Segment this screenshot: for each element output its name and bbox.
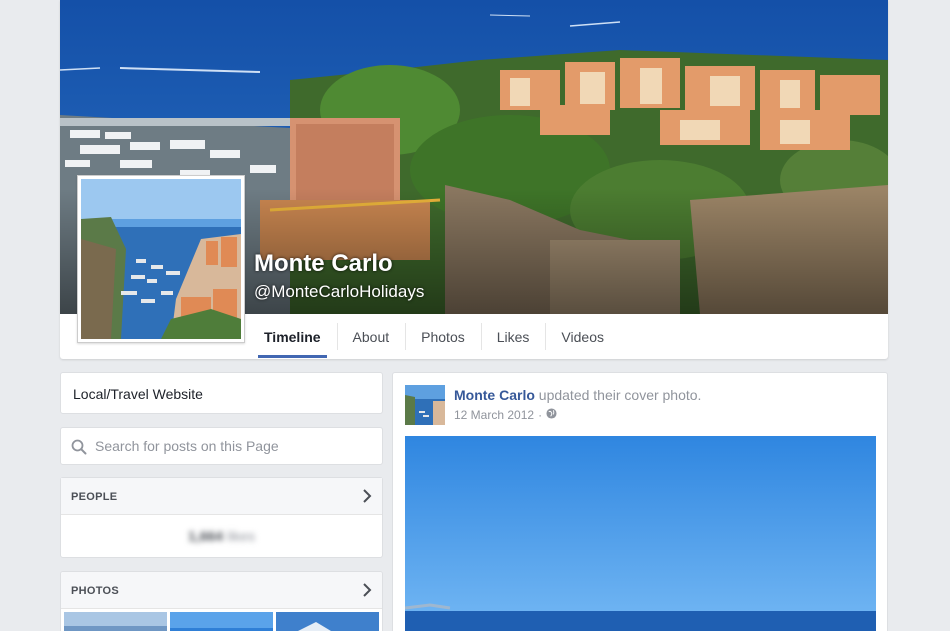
chevron-right-icon[interactable] [362, 583, 372, 600]
likes-label: likes [226, 528, 255, 544]
photo-thumbnail[interactable] [64, 612, 167, 631]
photo-thumbnails [64, 612, 379, 631]
tab-videos[interactable]: Videos [545, 314, 620, 359]
page-search-box [60, 427, 383, 465]
likes-count: 1,664 [188, 528, 224, 544]
page-category[interactable]: Local/Travel Website [73, 386, 203, 402]
page-category-card: Local/Travel Website [60, 372, 383, 414]
timeline-post: Monte Carlo updated their cover photo. 1… [392, 372, 888, 631]
people-section-header[interactable]: PEOPLE [61, 478, 382, 515]
post-headline: Monte Carlo updated their cover photo. [454, 387, 701, 403]
page-tabs: Timeline About Photos Likes Videos [248, 314, 620, 359]
people-heading: PEOPLE [71, 491, 118, 503]
photos-heading: PHOTOS [71, 585, 120, 597]
photos-section-header[interactable]: PHOTOS [61, 572, 382, 609]
photos-card: PHOTOS [60, 571, 383, 631]
page-username[interactable]: @MonteCarloHolidays [254, 282, 424, 302]
post-action-text: updated their cover photo. [538, 387, 702, 403]
post-author-avatar[interactable] [405, 385, 445, 425]
tab-about[interactable]: About [336, 314, 406, 359]
chevron-right-icon[interactable] [362, 489, 372, 506]
people-card: PEOPLE 1,664 likes [60, 477, 383, 558]
post-meta: 12 March 2012 · [454, 408, 557, 422]
post-cover-photo[interactable] [405, 436, 876, 631]
meta-separator: · [538, 408, 543, 422]
photo-thumbnail[interactable] [276, 612, 379, 631]
post-cover-photo-image [405, 436, 876, 631]
tab-photos[interactable]: Photos [405, 314, 481, 359]
cover-card: Monte Carlo @MonteCarloHolidays Timeline [60, 0, 888, 359]
search-posts-input[interactable] [95, 434, 375, 458]
profile-picture-image [81, 179, 241, 339]
profile-picture[interactable] [77, 175, 245, 343]
page-title[interactable]: Monte Carlo [254, 250, 393, 278]
tab-likes[interactable]: Likes [480, 314, 546, 359]
photo-thumbnail[interactable] [170, 612, 273, 631]
post-date[interactable]: 12 March 2012 [454, 408, 534, 422]
search-icon [71, 439, 87, 460]
tab-timeline[interactable]: Timeline [248, 314, 337, 359]
post-author-link[interactable]: Monte Carlo [454, 387, 535, 403]
globe-icon[interactable] [546, 408, 557, 422]
likes-summary: 1,664 likes [61, 528, 382, 544]
